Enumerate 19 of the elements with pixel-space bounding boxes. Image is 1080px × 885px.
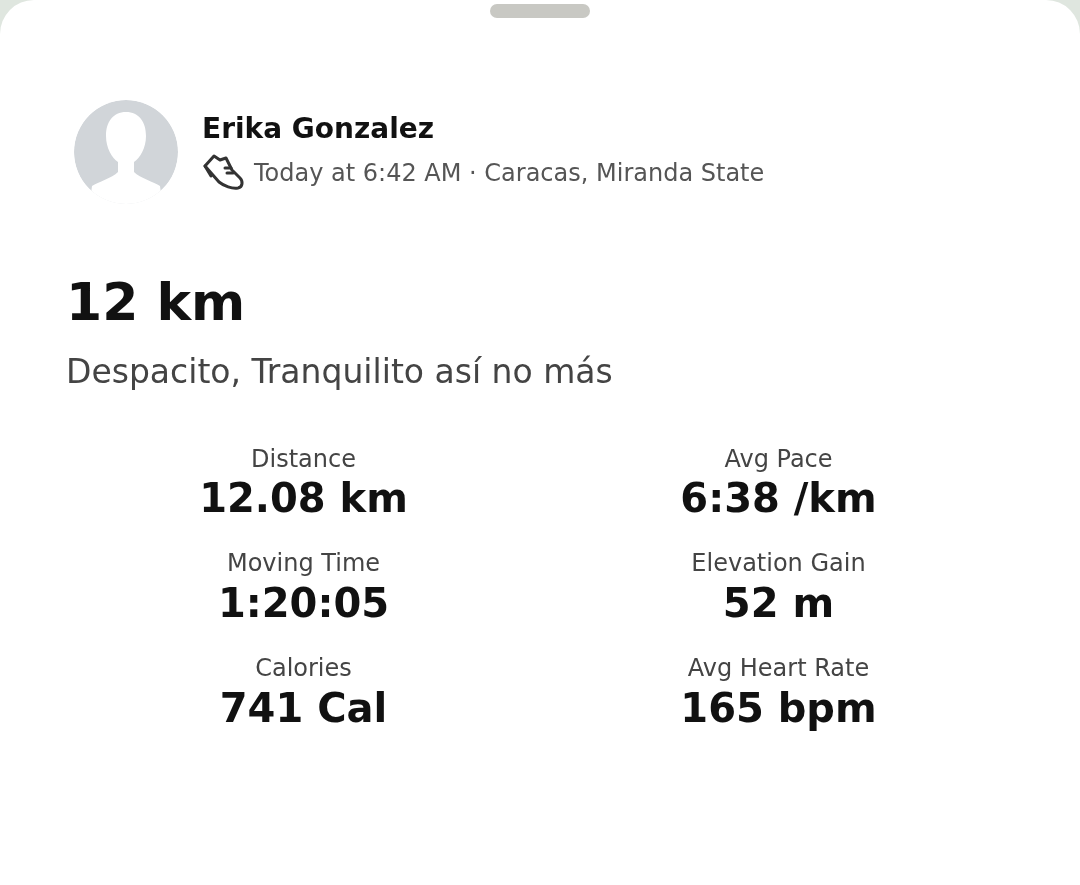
- activity-description: Despacito, Tranquilito así no más: [66, 351, 614, 394]
- stat-label: Distance: [250, 444, 357, 474]
- stat-label: Elevation Gain: [690, 549, 867, 579]
- stat-label: Avg Heart Rate: [686, 654, 871, 684]
- stat-value: 1:20:05: [216, 579, 391, 629]
- stat-value: 741 Cal: [218, 684, 389, 734]
- athlete-name[interactable]: Erika Gonzalez: [202, 112, 765, 146]
- stat-value: 52 m: [721, 579, 836, 629]
- stat-value: 165 bpm: [679, 684, 878, 734]
- stat-label: Moving Time: [225, 549, 382, 579]
- avatar-icon: [74, 100, 178, 204]
- stat-label: Calories: [254, 654, 353, 684]
- stat-label: Avg Pace: [723, 444, 834, 474]
- activity-meta: Today at 6:42 AM · Caracas, Miranda State: [254, 157, 765, 189]
- stat-value: 12.08 km: [198, 474, 409, 524]
- stat-value: 6:38 /km: [679, 474, 878, 524]
- drag-handle[interactable]: [490, 4, 590, 18]
- shoe-icon: [202, 153, 246, 192]
- activity-title: 12 km: [66, 274, 247, 332]
